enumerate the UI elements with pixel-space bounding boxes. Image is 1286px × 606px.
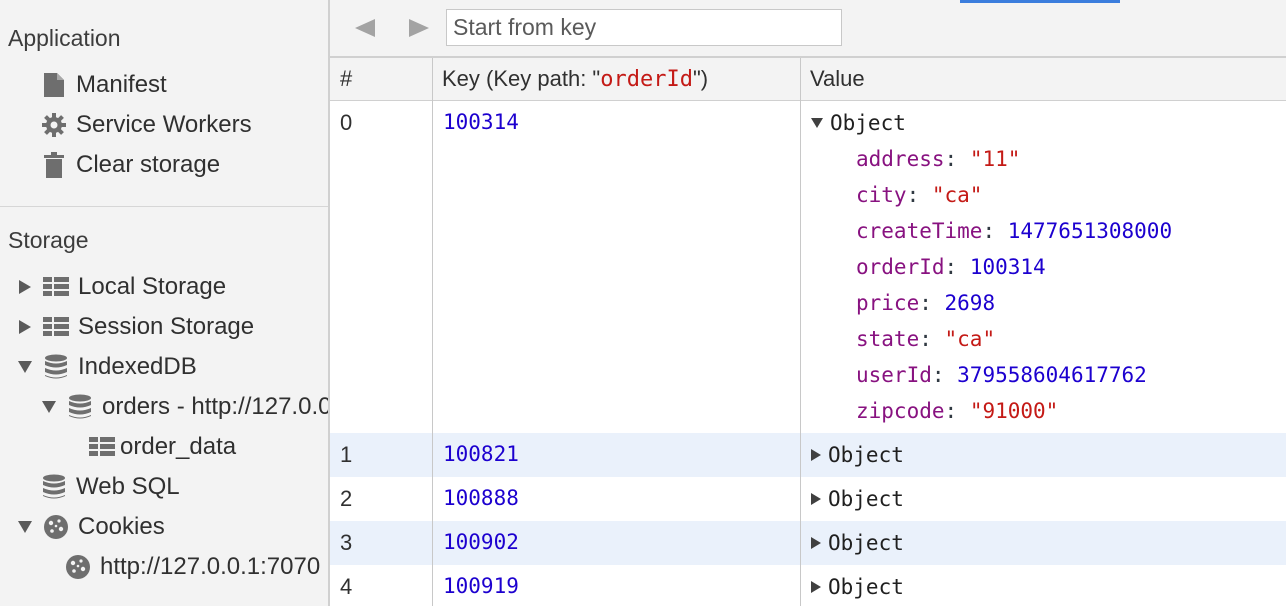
object-label: Object	[828, 443, 904, 467]
object-value[interactable]: Object	[810, 443, 904, 467]
cookie-icon	[64, 553, 92, 581]
forward-triangle-icon	[409, 19, 429, 37]
sidebar-item-clear-storage[interactable]: Clear storage	[40, 145, 220, 185]
expand-triangle-icon[interactable]	[810, 536, 822, 550]
object-value[interactable]: Object	[810, 111, 906, 135]
row-index: 1	[340, 442, 353, 467]
sidebar-item-label: Cookies	[78, 513, 165, 540]
database-icon	[40, 473, 68, 501]
expand-triangle-icon[interactable]	[810, 448, 822, 462]
object-property: state: "ca"	[856, 327, 996, 351]
row-index: 3	[340, 530, 353, 555]
collapse-triangle-icon[interactable]	[16, 516, 34, 538]
sidebar-item-cookie-origin[interactable]: http://127.0.0.1:7070	[64, 547, 320, 587]
back-triangle-icon	[355, 19, 375, 37]
data-toolbar	[330, 0, 1286, 58]
object-label: Object	[828, 575, 904, 599]
object-value[interactable]: Object	[810, 575, 904, 599]
grid-table-icon	[42, 313, 70, 341]
database-icon	[66, 393, 94, 421]
expand-triangle-icon[interactable]	[16, 316, 34, 338]
sidebar-item-label: order_data	[120, 433, 237, 460]
row-index: 4	[340, 574, 353, 599]
start-from-key-input[interactable]	[446, 9, 842, 46]
sidebar-item-label: Web SQL	[76, 473, 180, 500]
object-label: Object	[828, 487, 904, 511]
object-value[interactable]: Object	[810, 531, 904, 555]
object-value[interactable]: Object	[810, 487, 904, 511]
object-property: price: 2698	[856, 291, 996, 315]
key-header-suffix: ")	[692, 66, 709, 91]
grid-table-icon	[88, 433, 116, 461]
file-icon	[40, 71, 68, 99]
column-divider[interactable]	[800, 58, 801, 606]
key-header-prefix: Key (Key path: "	[442, 66, 601, 91]
forward-button[interactable]	[404, 14, 434, 42]
object-label: Object	[830, 111, 906, 135]
cookie-icon	[42, 513, 70, 541]
column-header-value[interactable]: Value	[810, 66, 865, 92]
row-index: 2	[340, 486, 353, 511]
sidebar-item-service-workers[interactable]: Service Workers	[40, 105, 252, 145]
sidebar-item-cookies[interactable]: Cookies	[16, 507, 165, 547]
row-key: 100888	[443, 486, 519, 510]
sidebar-item-label: Clear storage	[76, 151, 221, 178]
collapse-triangle-icon[interactable]	[40, 396, 58, 418]
row-key: 100902	[443, 530, 519, 554]
tab-selection-indicator	[960, 0, 1120, 3]
table-header: # Key (Key path: "orderId") Value	[330, 58, 1286, 101]
object-property: userId: 379558604617762	[856, 363, 1147, 387]
sidebar-item-manifest[interactable]: Manifest	[40, 65, 167, 105]
collapse-triangle-icon[interactable]	[810, 117, 824, 129]
database-icon	[42, 353, 70, 381]
back-button[interactable]	[350, 14, 380, 42]
object-store-grid: # Key (Key path: "orderId") Value 0 1003…	[330, 58, 1286, 606]
row-index: 0	[340, 110, 353, 135]
expand-triangle-icon[interactable]	[810, 492, 822, 506]
row-key: 100821	[443, 442, 519, 466]
sidebar-item-order-data[interactable]: order_data	[88, 427, 236, 467]
column-divider[interactable]	[432, 58, 433, 606]
storage-section-title: Storage	[8, 227, 89, 253]
grid-table-icon	[42, 273, 70, 301]
sidebar-item-label: http://127.0.0.1:7070	[100, 553, 321, 580]
sidebar-item-label: Local Storage	[78, 273, 227, 300]
gear-icon	[40, 111, 68, 139]
sidebar-item-indexeddb[interactable]: IndexedDB	[16, 347, 197, 387]
sidebar-item-orders-db[interactable]: orders - http://127.0.0.1:7070	[40, 387, 328, 427]
object-property: orderId: 100314	[856, 255, 1046, 279]
row-key: 100314	[443, 110, 519, 134]
sidebar-item-label: Service Workers	[76, 111, 252, 138]
trash-icon	[40, 151, 68, 179]
sidebar-item-label: Session Storage	[78, 313, 255, 340]
object-property: city: "ca"	[856, 183, 983, 207]
expand-triangle-icon[interactable]	[810, 580, 822, 594]
application-section-title: Application	[8, 25, 121, 51]
sidebar-item-label: IndexedDB	[78, 353, 197, 380]
sidebar-item-web-sql[interactable]: Web SQL	[40, 467, 180, 507]
column-header-key[interactable]: Key (Key path: "orderId")	[442, 66, 708, 92]
sidebar: Application Manifest Service Workers Cle…	[0, 0, 330, 606]
sidebar-item-label: orders - http://127.0.0.1:7070	[102, 393, 328, 420]
sidebar-item-local-storage[interactable]: Local Storage	[16, 267, 226, 307]
expand-triangle-icon[interactable]	[16, 276, 34, 298]
object-label: Object	[828, 531, 904, 555]
column-header-index[interactable]: #	[340, 66, 352, 92]
object-property: address: "11"	[856, 147, 1021, 171]
collapse-triangle-icon[interactable]	[16, 356, 34, 378]
sidebar-item-session-storage[interactable]: Session Storage	[16, 307, 254, 347]
key-path: orderId	[600, 67, 693, 92]
object-property: zipcode: "91000"	[856, 399, 1059, 423]
sidebar-item-label: Manifest	[76, 71, 167, 98]
row-key: 100919	[443, 574, 519, 598]
object-property: createTime: 1477651308000	[856, 219, 1173, 243]
sidebar-divider	[0, 206, 328, 207]
